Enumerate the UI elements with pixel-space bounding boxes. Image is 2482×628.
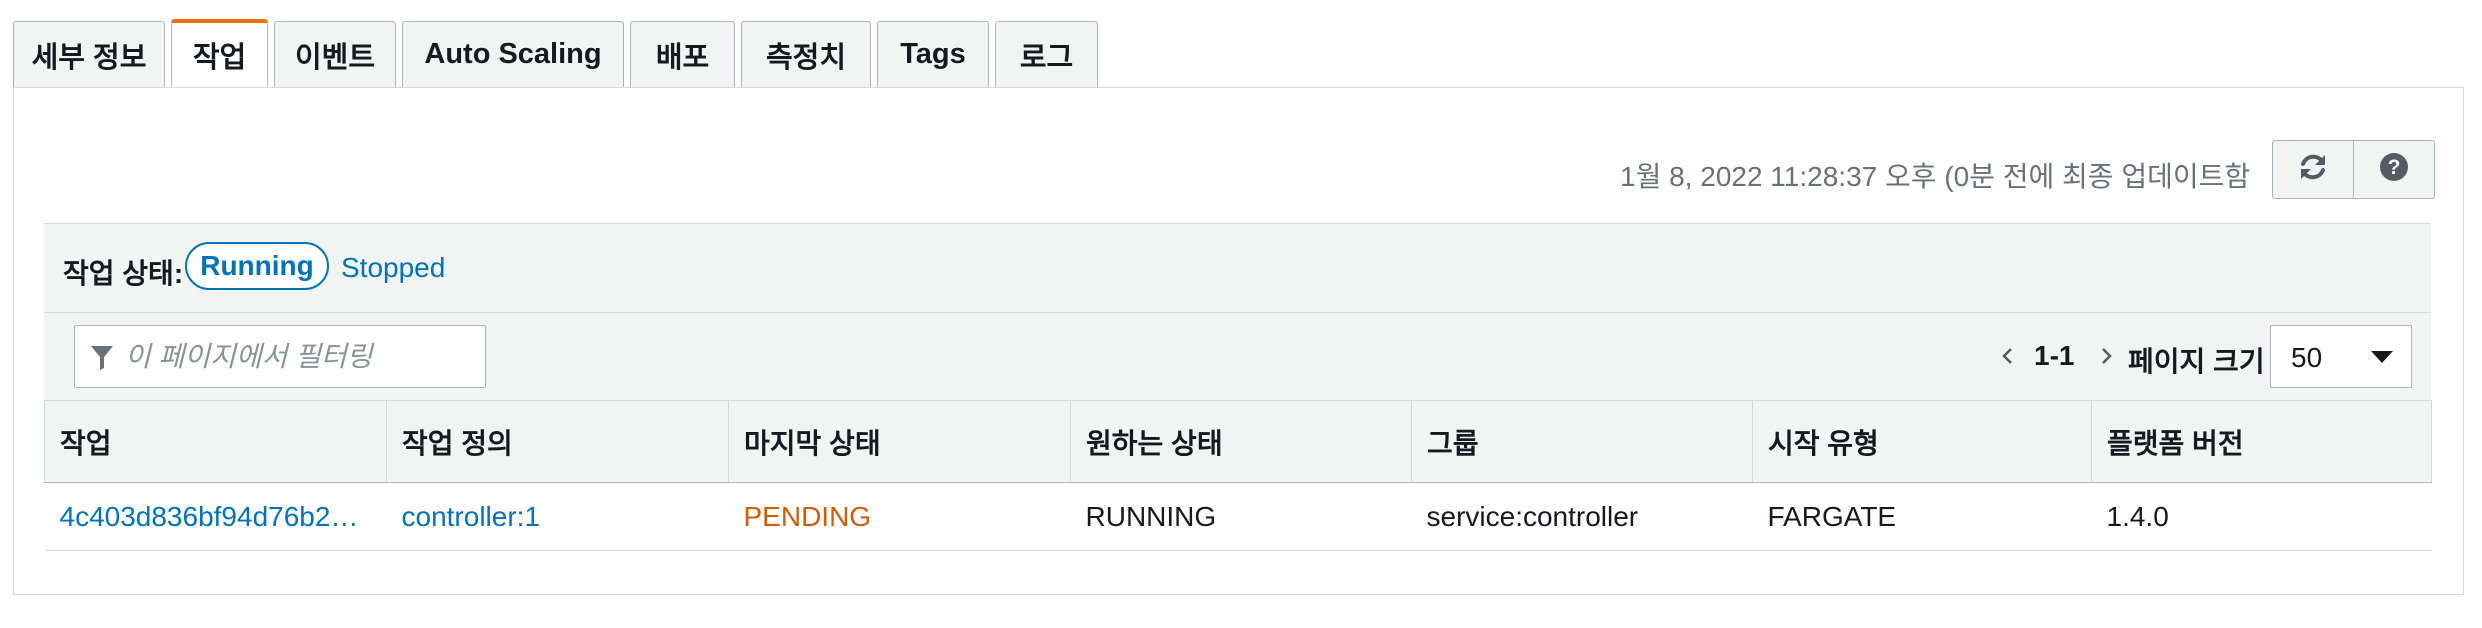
page-range: 1-1: [2034, 340, 2075, 371]
column-header-group[interactable]: 그룹: [1411, 400, 1753, 483]
page-size-label: 페이지 크기: [2128, 346, 2265, 377]
tab-auto-scaling[interactable]: Auto Scaling: [402, 21, 624, 87]
tab-tasks[interactable]: 작업: [171, 19, 268, 87]
tab-tags[interactable]: Tags: [877, 21, 989, 87]
group-value: service:controller: [1426, 500, 1639, 532]
next-page-icon[interactable]: [2098, 341, 2116, 376]
column-header-launch-type[interactable]: 시작 유형: [1752, 400, 2092, 483]
column-header-platform-version[interactable]: 플랫폼 버전: [2091, 400, 2432, 483]
tab-deployments[interactable]: 배포: [630, 21, 735, 87]
refresh-button[interactable]: [2272, 140, 2354, 199]
task-id-link[interactable]: 4c403d836bf94d76b2…: [60, 501, 359, 532]
table-row: 4c403d836bf94d76b2… controller:1 PENDING…: [44, 482, 2432, 551]
filter-icon: [91, 346, 113, 375]
column-header-task-definition[interactable]: 작업 정의: [386, 400, 729, 483]
tab-logs[interactable]: 로그: [995, 21, 1098, 87]
task-definition-link[interactable]: controller:1: [402, 501, 541, 532]
column-header-desired-status[interactable]: 원하는 상태: [1070, 400, 1412, 483]
tab-metrics[interactable]: 측정치: [741, 21, 871, 87]
status-stopped-toggle[interactable]: Stopped: [341, 252, 445, 284]
tasks-table: 작업 작업 정의 마지막 상태 원하는 상태 그룹 시작 유형 플랫폼 버전 4…: [44, 400, 2432, 551]
page-size-value: 50: [2291, 342, 2323, 373]
filter-field[interactable]: [74, 325, 486, 388]
platform-version-value: 1.4.0: [2106, 500, 2169, 532]
refresh-icon: [2298, 152, 2328, 187]
help-button[interactable]: ?: [2353, 140, 2435, 199]
column-header-last-status[interactable]: 마지막 상태: [728, 400, 1071, 483]
status-running-toggle[interactable]: Running: [185, 242, 329, 290]
last-updated-timestamp: 1월 8, 2022 11:28:37 오후 (0분 전에 최종 업데이트함: [1620, 161, 2251, 192]
filter-toolbar: 1-1 페이지 크기 50: [44, 313, 2431, 400]
task-status-filter-bar: 작업 상태: Running Stopped: [44, 223, 2431, 313]
help-icon: ?: [2379, 152, 2409, 187]
column-header-task[interactable]: 작업: [44, 400, 387, 483]
tab-events[interactable]: 이벤트: [274, 21, 396, 87]
chevron-down-icon: [2371, 351, 2393, 370]
desired-status-value: RUNNING: [1085, 500, 1217, 532]
previous-page-icon[interactable]: [1998, 341, 2016, 376]
svg-text:?: ?: [2388, 156, 2401, 179]
tab-details[interactable]: 세부 정보: [13, 21, 165, 87]
table-header-row: 작업 작업 정의 마지막 상태 원하는 상태 그룹 시작 유형 플랫폼 버전: [44, 400, 2432, 483]
last-status-value: PENDING: [743, 500, 872, 532]
filter-input[interactable]: [123, 334, 467, 380]
page-size-select[interactable]: 50: [2270, 325, 2412, 388]
launch-type-value: FARGATE: [1767, 500, 1897, 532]
task-status-label: 작업 상태:: [63, 258, 184, 289]
